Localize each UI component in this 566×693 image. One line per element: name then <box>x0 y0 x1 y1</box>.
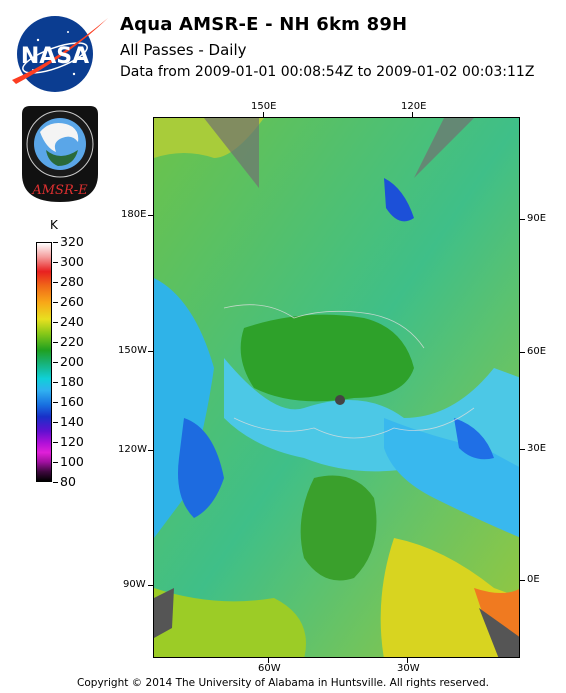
colorbar-tick-label: 300 <box>60 254 84 269</box>
colorbar-tick-label: 240 <box>60 314 84 329</box>
map-tick <box>148 585 153 586</box>
map-image <box>154 118 519 657</box>
map-tick <box>520 219 525 220</box>
map-tick <box>148 450 153 451</box>
colorbar-tick-label: 260 <box>60 294 84 309</box>
colorbar-tick-label: 80 <box>60 474 76 489</box>
colorbar-tick-label: 140 <box>60 414 84 429</box>
map-label-top-120e: 120E <box>401 101 427 112</box>
colorbar-tick-label: 180 <box>60 374 84 389</box>
map-tick <box>148 351 153 352</box>
colorbar-tick-label: 160 <box>60 394 84 409</box>
nasa-logo-text: NASA <box>21 44 89 69</box>
brightness-temperature-map <box>153 117 520 658</box>
colorbar-tick <box>53 322 58 323</box>
amsr-e-logo-text: AMSR-E <box>31 183 88 198</box>
map-label-left-120w: 120W <box>118 444 147 455</box>
map-tick <box>263 112 264 117</box>
map-label-right-30e: 30E <box>527 443 547 454</box>
map-label-right-60e: 60E <box>527 346 547 357</box>
colorbar-unit-label: K <box>50 218 58 232</box>
date-range: Data from 2009-01-01 00:08:54Z to 2009-0… <box>120 64 535 80</box>
colorbar-tick-label: 120 <box>60 434 84 449</box>
map-subtitle: All Passes - Daily <box>120 41 247 59</box>
colorbar-tick-label: 320 <box>60 234 84 249</box>
map-label-right-0e: 0E <box>527 574 540 585</box>
colorbar-tick <box>53 242 58 243</box>
colorbar-tick-label: 280 <box>60 274 84 289</box>
temperature-colorbar <box>36 242 52 482</box>
colorbar-tick <box>53 402 58 403</box>
amsr-e-logo: AMSR-E <box>18 104 102 204</box>
map-label-right-90e: 90E <box>527 213 547 224</box>
map-tick <box>520 352 525 353</box>
colorbar-tick <box>53 362 58 363</box>
map-label-left-180e: 180E <box>121 209 147 220</box>
map-label-bottom-30w: 30W <box>397 663 420 674</box>
colorbar-tick <box>53 342 58 343</box>
map-label-left-150w: 150W <box>118 345 147 356</box>
colorbar-tick <box>53 462 58 463</box>
colorbar-tick-label: 200 <box>60 354 84 369</box>
colorbar-tick <box>53 262 58 263</box>
colorbar-tick-label: 100 <box>60 454 84 469</box>
colorbar-tick <box>53 442 58 443</box>
nasa-logo: NASA <box>8 10 110 94</box>
colorbar-tick-label: 220 <box>60 334 84 349</box>
map-tick <box>520 580 525 581</box>
colorbar-tick <box>53 422 58 423</box>
map-title: Aqua AMSR-E - NH 6km 89H <box>120 14 408 35</box>
colorbar-tick <box>53 282 58 283</box>
map-tick <box>520 449 525 450</box>
colorbar-tick <box>53 382 58 383</box>
colorbar-tick <box>53 482 58 483</box>
colorbar-tick <box>53 302 58 303</box>
map-label-top-150e: 150E <box>251 101 277 112</box>
map-label-bottom-60w: 60W <box>258 663 281 674</box>
map-label-left-90w: 90W <box>123 579 146 590</box>
map-tick <box>412 112 413 117</box>
map-tick <box>148 215 153 216</box>
copyright-notice: Copyright © 2014 The University of Alaba… <box>77 677 489 689</box>
